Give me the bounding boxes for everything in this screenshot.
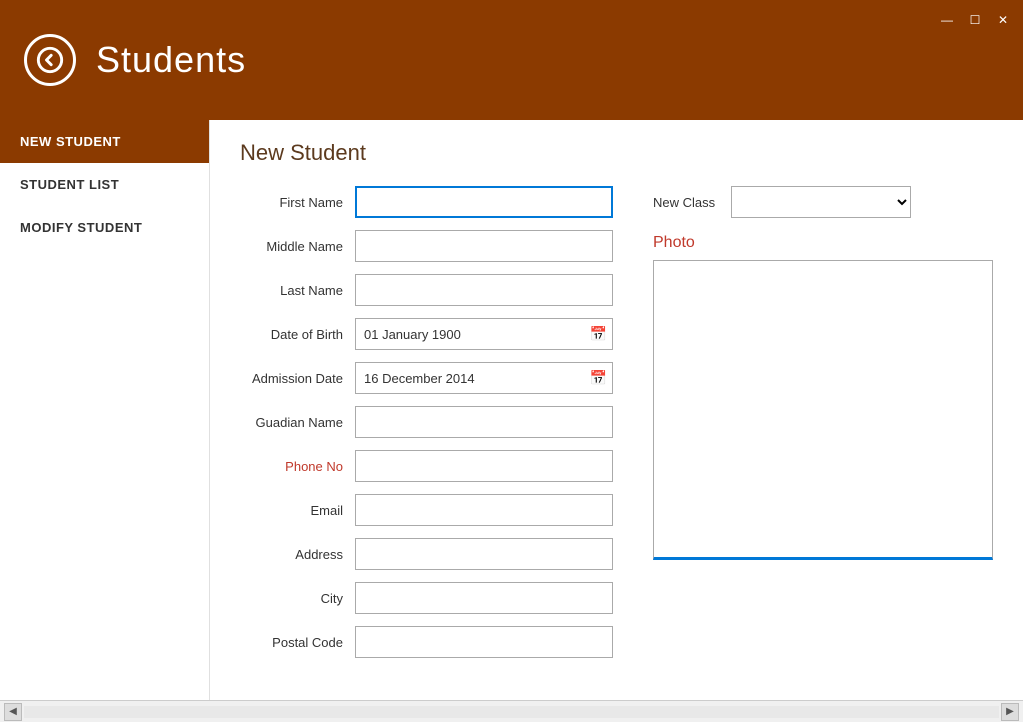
guardian-name-label: Guadian Name bbox=[240, 415, 355, 430]
sidebar: NEW STUDENT STUDENT LIST MODIFY STUDENT bbox=[0, 120, 210, 700]
new-class-select[interactable] bbox=[731, 186, 911, 218]
minimize-button[interactable]: — bbox=[937, 10, 957, 30]
main-layout: NEW STUDENT STUDENT LIST MODIFY STUDENT … bbox=[0, 120, 1023, 700]
app-title: Students bbox=[96, 39, 246, 81]
date-of-birth-input[interactable] bbox=[355, 318, 613, 350]
title-bar: Students bbox=[0, 0, 1023, 120]
right-section: New Class Photo bbox=[653, 186, 993, 680]
admission-date-input[interactable] bbox=[355, 362, 613, 394]
admission-date-row: Admission Date 📅 bbox=[240, 362, 613, 394]
scroll-right-button[interactable]: ▶ bbox=[1001, 703, 1019, 721]
postal-code-input[interactable] bbox=[355, 626, 613, 658]
first-name-input[interactable] bbox=[355, 186, 613, 218]
email-input[interactable] bbox=[355, 494, 613, 526]
new-class-row: New Class bbox=[653, 186, 993, 218]
city-label: City bbox=[240, 591, 355, 606]
middle-name-label: Middle Name bbox=[240, 239, 355, 254]
address-input[interactable] bbox=[355, 538, 613, 570]
middle-name-row: Middle Name bbox=[240, 230, 613, 262]
date-of-birth-wrapper: 📅 bbox=[355, 318, 613, 350]
last-name-label: Last Name bbox=[240, 283, 355, 298]
photo-label: Photo bbox=[653, 234, 993, 252]
close-button[interactable]: ✕ bbox=[993, 10, 1013, 30]
content-area: New Student First Name Middle Name Last … bbox=[210, 120, 1023, 700]
address-row: Address bbox=[240, 538, 613, 570]
photo-box[interactable] bbox=[653, 260, 993, 560]
admission-date-label: Admission Date bbox=[240, 371, 355, 386]
sidebar-item-modify-student[interactable]: MODIFY STUDENT bbox=[0, 206, 209, 249]
new-class-label: New Class bbox=[653, 195, 715, 210]
first-name-label: First Name bbox=[240, 195, 355, 210]
admission-date-wrapper: 📅 bbox=[355, 362, 613, 394]
city-row: City bbox=[240, 582, 613, 614]
email-row: Email bbox=[240, 494, 613, 526]
date-of-birth-row: Date of Birth 📅 bbox=[240, 318, 613, 350]
first-name-row: First Name bbox=[240, 186, 613, 218]
form-and-photo: First Name Middle Name Last Name Date of… bbox=[240, 186, 993, 680]
phone-no-label: Phone No bbox=[240, 459, 355, 474]
page-title: New Student bbox=[240, 140, 993, 166]
address-label: Address bbox=[240, 547, 355, 562]
last-name-row: Last Name bbox=[240, 274, 613, 306]
phone-no-row: Phone No bbox=[240, 450, 613, 482]
maximize-button[interactable]: ☐ bbox=[965, 10, 985, 30]
phone-no-input[interactable] bbox=[355, 450, 613, 482]
postal-code-row: Postal Code bbox=[240, 626, 613, 658]
scroll-left-button[interactable]: ◀ bbox=[4, 703, 22, 721]
date-of-birth-label: Date of Birth bbox=[240, 327, 355, 342]
email-label: Email bbox=[240, 503, 355, 518]
sidebar-item-new-student[interactable]: NEW STUDENT bbox=[0, 120, 209, 163]
back-button[interactable] bbox=[24, 34, 76, 86]
bottom-scrollbar: ◀ ▶ bbox=[0, 700, 1023, 722]
form-section: First Name Middle Name Last Name Date of… bbox=[240, 186, 613, 680]
middle-name-input[interactable] bbox=[355, 230, 613, 262]
guardian-name-input[interactable] bbox=[355, 406, 613, 438]
postal-code-label: Postal Code bbox=[240, 635, 355, 650]
city-input[interactable] bbox=[355, 582, 613, 614]
sidebar-item-student-list[interactable]: STUDENT LIST bbox=[0, 163, 209, 206]
guardian-name-row: Guadian Name bbox=[240, 406, 613, 438]
window-controls: — ☐ ✕ bbox=[937, 10, 1013, 30]
last-name-input[interactable] bbox=[355, 274, 613, 306]
scroll-track[interactable] bbox=[24, 706, 999, 718]
